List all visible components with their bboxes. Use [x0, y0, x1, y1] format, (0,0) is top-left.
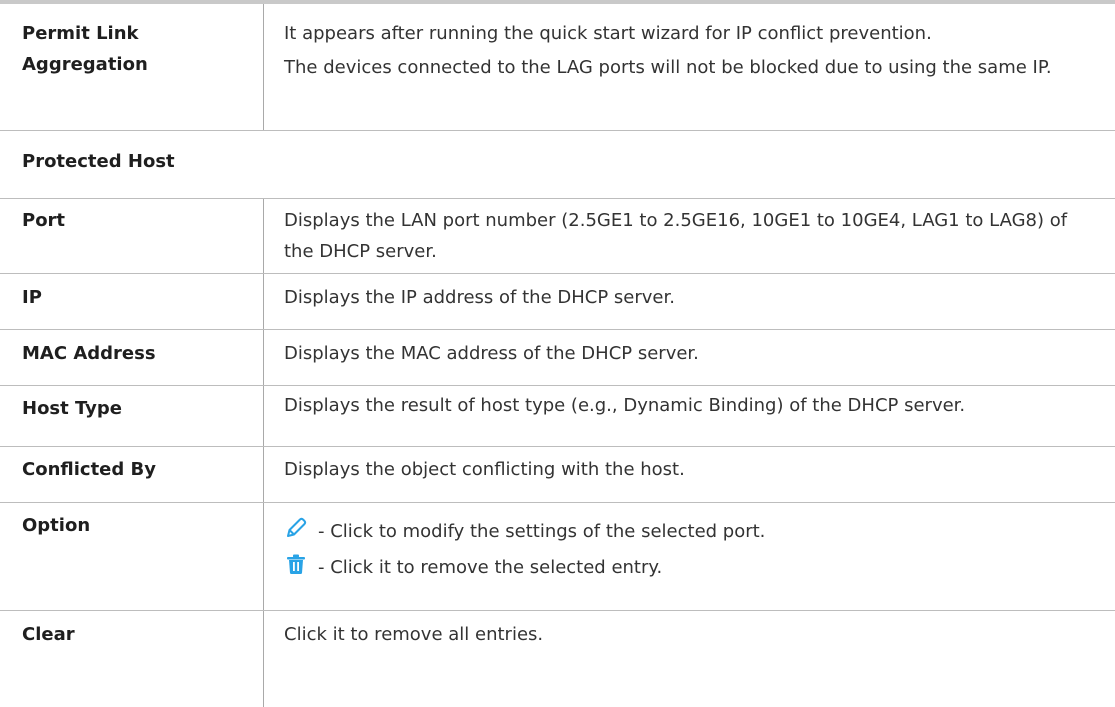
option-edit-line: - Click to modify the settings of the se… — [284, 512, 1094, 548]
description-line: It appears after running the quick start… — [284, 23, 932, 44]
option-edit-text: - Click to modify the settings of the se… — [318, 521, 766, 542]
param-name: Conflicted By — [22, 459, 156, 480]
row-divider — [0, 446, 1115, 447]
param-description: Displays the MAC address of the DHCP ser… — [284, 343, 699, 364]
param-name: MAC Address — [22, 343, 156, 364]
param-name: Port — [22, 210, 66, 231]
pencil-icon — [284, 516, 308, 540]
option-delete-text: - Click it to remove the selected entry. — [318, 557, 663, 578]
param-name: Clear — [22, 624, 75, 645]
param-name: Host Type — [22, 398, 122, 419]
option-delete-line: - Click it to remove the selected entry. — [284, 548, 1094, 584]
param-description: Displays the LAN port number (2.5GE1 to … — [284, 210, 1068, 262]
row-divider — [0, 610, 1115, 611]
param-description: Displays the object conflicting with the… — [284, 459, 685, 480]
param-description: It appears after running the quick start… — [284, 18, 1094, 83]
param-name: IP — [22, 287, 42, 308]
row-divider — [0, 385, 1115, 386]
param-name: Option — [22, 515, 91, 536]
row-divider — [0, 502, 1115, 503]
param-description: Displays the result of host type (e.g., … — [284, 395, 966, 416]
column-divider — [263, 4, 264, 130]
section-title: Protected Host — [22, 151, 175, 172]
param-description: Displays the IP address of the DHCP serv… — [284, 287, 675, 308]
table-top-border — [0, 0, 1115, 4]
row-divider — [0, 198, 1115, 199]
param-name: Permit Link Aggregation — [22, 23, 148, 75]
param-description: - Click to modify the settings of the se… — [284, 512, 1094, 584]
trash-icon — [284, 552, 308, 576]
param-description: Click it to remove all entries. — [284, 624, 544, 645]
row-divider — [0, 130, 1115, 131]
row-divider — [0, 273, 1115, 274]
description-line: The devices connected to the LAG ports w… — [284, 57, 1052, 78]
row-divider — [0, 329, 1115, 330]
column-divider — [263, 199, 264, 707]
